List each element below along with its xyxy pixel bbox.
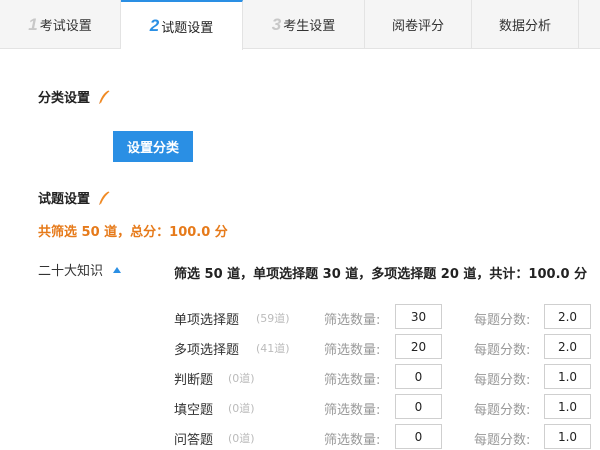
tab-exam-settings[interactable]: 1 考试设置 xyxy=(0,0,121,49)
total-summary: 共筛选 50 道，总分：100.0 分 xyxy=(38,225,228,240)
filter-count-label: 筛选数量: xyxy=(324,343,381,358)
tab-candidate-settings[interactable]: 3 考生设置 xyxy=(243,0,365,49)
tab-question-settings[interactable]: 2 试题设置 xyxy=(121,0,243,50)
available-count: (0道) xyxy=(228,432,255,445)
question-type-row: 填空题 (0道) 筛选数量: 每题分数: xyxy=(0,394,600,420)
per-score-input[interactable] xyxy=(544,364,591,389)
per-score-label: 每题分数: xyxy=(474,433,531,448)
question-type-row: 判断题 (0道) 筛选数量: 每题分数: xyxy=(0,364,600,390)
question-type-name: 多项选择题 xyxy=(174,343,240,358)
per-score-input[interactable] xyxy=(544,394,591,419)
section-title-text: 试题设置 xyxy=(38,192,91,207)
per-score-label: 每题分数: xyxy=(474,343,531,358)
category-settings-title: 分类设置 xyxy=(38,87,110,106)
available-count: (59道) xyxy=(256,312,290,325)
per-score-label: 每题分数: xyxy=(474,373,531,388)
category-name: 二十大知识 xyxy=(38,264,104,279)
per-score-label: 每题分数: xyxy=(474,313,531,328)
filter-count-input[interactable] xyxy=(395,424,442,449)
tab-label: 考生设置 xyxy=(283,19,336,34)
filter-count-input[interactable] xyxy=(395,304,442,329)
question-type-name: 单项选择题 xyxy=(174,313,240,328)
question-type-name: 问答题 xyxy=(174,433,214,448)
question-settings-title: 试题设置 xyxy=(38,188,110,207)
question-type-row: 问答题 (0道) 筛选数量: 每题分数: xyxy=(0,424,600,450)
per-score-input[interactable] xyxy=(544,424,591,449)
available-count: (0道) xyxy=(228,372,255,385)
tab-label: 考试设置 xyxy=(39,19,92,34)
question-type-row: 多项选择题 (41道) 筛选数量: 每题分数: xyxy=(0,334,600,360)
filter-count-label: 筛选数量: xyxy=(324,403,381,418)
available-count: (0道) xyxy=(228,402,255,415)
tab-step-number: 3 xyxy=(271,14,282,34)
question-type-row: 单项选择题 (59道) 筛选数量: 每题分数: xyxy=(0,304,600,330)
per-score-label: 每题分数: xyxy=(474,403,531,418)
tab-step-number: 2 xyxy=(149,16,160,35)
pen-icon[interactable] xyxy=(98,90,110,104)
tab-step-number: 1 xyxy=(28,14,38,34)
category-toggle[interactable]: 二十大知识 xyxy=(38,260,122,279)
pen-icon[interactable] xyxy=(98,191,110,205)
set-category-button[interactable]: 设置分类 xyxy=(113,131,193,162)
category-filter-summary: 筛选 50 道，单项选择题 30 道，多项选择题 20 道，共计：100.0 分 xyxy=(174,267,588,282)
per-score-input[interactable] xyxy=(544,334,591,359)
tab-grading[interactable]: 阅卷评分 xyxy=(365,0,472,49)
tab-label: 试题设置 xyxy=(161,20,214,36)
caret-up-icon xyxy=(113,266,122,273)
tab-data-analysis[interactable]: 数据分析 xyxy=(472,0,579,49)
step-tabs: 1 考试设置 2 试题设置 3 考生设置 阅卷评分 数据分析 xyxy=(0,0,600,50)
tab-label: 阅卷评分 xyxy=(391,19,444,34)
filter-count-input[interactable] xyxy=(395,364,442,389)
filter-count-label: 筛选数量: xyxy=(324,373,381,388)
section-title-text: 分类设置 xyxy=(38,91,91,106)
filter-count-label: 筛选数量: xyxy=(324,313,381,328)
tab-label: 数据分析 xyxy=(498,19,551,34)
filter-count-input[interactable] xyxy=(395,334,442,359)
filter-count-label: 筛选数量: xyxy=(324,433,381,448)
per-score-input[interactable] xyxy=(544,304,591,329)
filter-count-input[interactable] xyxy=(395,394,442,419)
available-count: (41道) xyxy=(256,342,290,355)
question-type-name: 填空题 xyxy=(174,403,214,418)
question-type-name: 判断题 xyxy=(174,373,214,388)
